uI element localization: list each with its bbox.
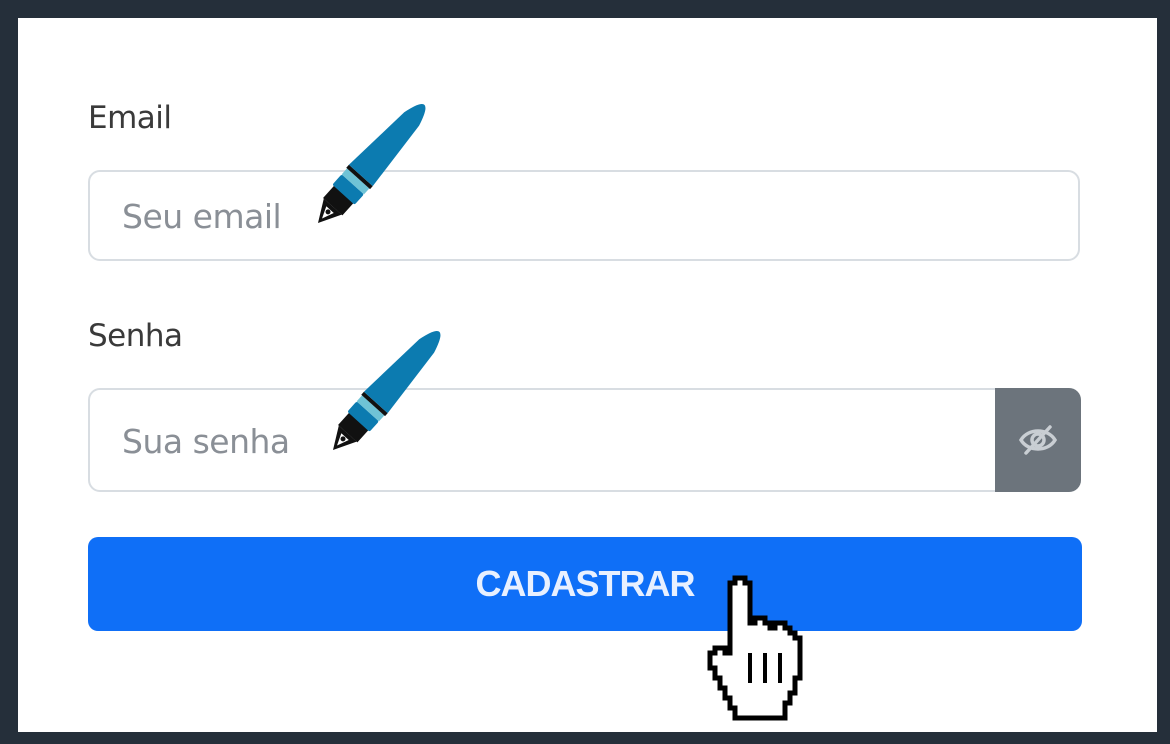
email-field-wrapper <box>88 170 1080 261</box>
eye-slash-icon <box>1018 425 1058 455</box>
password-field[interactable] <box>120 390 984 492</box>
register-button[interactable]: CADASTRAR <box>88 537 1082 631</box>
email-field[interactable] <box>120 172 984 261</box>
form-card: Email Senha CADASTRAR <box>18 18 1157 732</box>
password-field-wrapper <box>88 388 1081 492</box>
toggle-password-visibility-button[interactable] <box>995 388 1081 492</box>
fountain-pen-icon <box>333 331 441 450</box>
password-label: Senha <box>88 318 183 354</box>
fountain-pen-icon <box>318 104 426 223</box>
hand-pointer-icon <box>707 575 803 721</box>
email-label: Email <box>88 100 172 136</box>
